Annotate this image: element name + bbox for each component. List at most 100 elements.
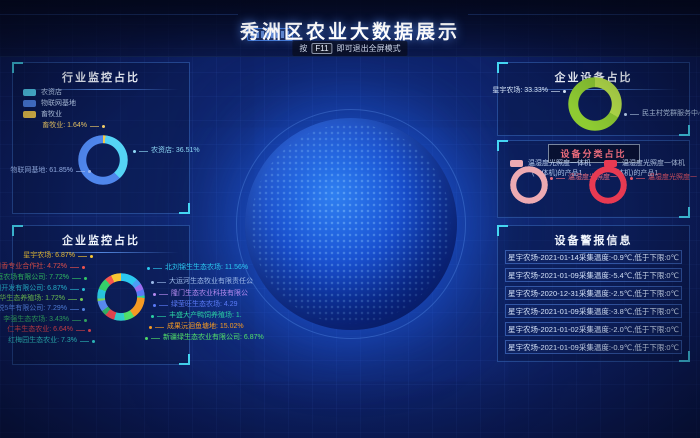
leader-dot <box>153 293 156 296</box>
alarm-row: 星宇农场-2021-01-09采集温度:-3.8℃,低于下限:0℃ <box>505 304 682 318</box>
leader-dot <box>147 267 150 270</box>
alarm-row: 星宇农场-2021-01-14采集温度:-0.9℃,低于下限:0℃ <box>505 250 682 264</box>
leader-dot <box>90 255 93 258</box>
panel-title: 设备警报信息 <box>498 232 689 248</box>
legend-label: 温湿度光照度一体机 <box>528 158 591 168</box>
leader-dot <box>82 266 85 269</box>
globe-dot-map <box>251 124 451 324</box>
callout-text: 中悦5年有限公司: 7.29% <box>0 305 67 313</box>
equipment-donut-chart[interactable] <box>568 77 622 131</box>
legend-swatch <box>510 160 523 167</box>
leader-dot <box>82 288 85 291</box>
chart-callout: 上华生态养殖场: 1.72% <box>0 295 83 303</box>
legend-item: 物联网基地 <box>23 98 76 108</box>
panel-industry-ratio: 行业监控占比 农资店 物联网基地 畜牧业 畜牧业: 1.64% 农资店: 36.… <box>12 62 190 214</box>
chart-callout: 物联网基地: 61.85% <box>15 167 91 175</box>
legend-swatch <box>23 89 36 96</box>
legend-label: 畜牧业 <box>41 109 62 119</box>
leader-dot <box>84 277 87 280</box>
chart-callout: 家庭农场有限公司: 7.72% <box>0 274 87 282</box>
leader-line <box>72 278 81 279</box>
leader-dot <box>624 113 627 116</box>
leader-line <box>155 327 164 328</box>
leader-line <box>76 171 85 172</box>
chart-callout: 新疆绿生态农业有限公司: 6.87% <box>145 334 264 342</box>
leader-dot <box>550 177 553 180</box>
leader-line <box>151 338 160 339</box>
callout-text: 绿莹旺生态农场: 4.29 <box>171 301 238 309</box>
alarm-row: 星宇农场-2021-01-09采集温度:-5.4℃,低于下限:0℃ <box>505 268 682 282</box>
chart-callout: 畜牧业: 1.64% <box>19 122 105 130</box>
leader-line <box>68 299 77 300</box>
page-title: 秀洲区农业大数据展示 <box>240 17 460 44</box>
callout-text: 6组周香专业合作社: 4.72% <box>0 263 67 271</box>
leader-dot <box>82 308 85 311</box>
leader-dot <box>563 90 566 93</box>
callout-text: 家庭农场有限公司: 7.72% <box>0 274 69 282</box>
chart-callout: 中悦5年有限公司: 7.29% <box>0 305 85 313</box>
alarm-row: 星宇农场-2021-01-09采集温度:-0.9℃,低于下限:0℃ <box>505 340 682 354</box>
chart-callout: 星宇农场: 6.87% <box>23 252 93 260</box>
leader-dot <box>149 326 152 329</box>
chart-callout: 丰盛大产鸭饲养殖场: 1. <box>151 312 242 320</box>
callout-text: 成果沅洄鱼塘地: 15.02% <box>167 323 244 331</box>
chart-callout: 绿莹旺生态农场: 4.29 <box>153 301 238 309</box>
leader-line <box>90 126 99 127</box>
leader-line <box>78 256 87 257</box>
leader-dot <box>630 177 633 180</box>
globe <box>245 118 457 330</box>
callout-text: 隆门生态农业科技有限公 <box>171 290 248 298</box>
header-line-left <box>0 14 238 15</box>
legend-label: 物联网基地 <box>41 98 76 108</box>
chart-callout: 6组周香专业合作社: 4.72% <box>0 263 85 271</box>
enterprise-donut-chart[interactable] <box>97 273 145 321</box>
callout-text: 新疆绿生态农业有限公司: 6.87% <box>163 334 264 342</box>
leader-line <box>80 341 89 342</box>
chart-callout: 李强生态农场: 3.43% <box>3 316 87 324</box>
leader-dot <box>151 315 154 318</box>
legend-swatch <box>23 100 36 107</box>
alarm-list: 星宇农场-2021-01-14采集温度:-0.9℃,低于下限:0℃ 星宇农场-2… <box>505 250 682 354</box>
leader-dot <box>84 319 87 322</box>
leader-dot <box>102 125 105 128</box>
tip-suffix: 即可退出全屏模式 <box>337 43 401 54</box>
callout-text: 畜牧业: 1.64% <box>42 122 87 130</box>
leader-line <box>70 267 79 268</box>
chart-callout: 成果沅洄鱼塘地: 15.02% <box>149 323 244 331</box>
leader-line <box>139 151 148 152</box>
legend-item: 畜牧业 <box>23 109 62 119</box>
leader-dot <box>92 340 95 343</box>
panel-title: 行业监控占比 <box>13 69 189 85</box>
industry-donut-chart[interactable] <box>78 135 128 185</box>
callout-text: 农资店: 36.51% <box>151 147 200 155</box>
leader-line <box>157 316 166 317</box>
classification-right-donut-chart[interactable] <box>589 166 627 204</box>
dashboard: 秀洲区农业大数据展示 按 F11 即可退出全屏模式 行业监控占比 农资店 物联网… <box>0 0 700 438</box>
leader-line <box>72 320 81 321</box>
leader-dot <box>88 329 91 332</box>
alarm-row: 星宇农场-2021-01-02采集温度:-2.0℃,低于下限:0℃ <box>505 322 682 336</box>
classification-left-donut-chart[interactable] <box>510 166 548 204</box>
chart-callout: 大运河生态牧业有限责任公 <box>151 278 253 286</box>
fullscreen-tip: 按 F11 即可退出全屏模式 <box>292 41 407 56</box>
callout-text: 温湿度光照度一 <box>648 174 697 182</box>
chart-callout: 北刘锦生生态农场: 11.56% <box>147 264 248 272</box>
leader-line <box>556 178 565 179</box>
callout-text: 李强生态农场: 3.43% <box>3 316 69 324</box>
alarm-row: 星宇农场-2020-12-31采集温度:-2.5℃,低于下限:0℃ <box>505 286 682 300</box>
leader-dot <box>151 281 154 284</box>
leader-line <box>551 91 560 92</box>
leader-line <box>636 178 645 179</box>
callout-text: 北刘锦生生态农场: 11.56% <box>165 264 248 272</box>
callout-text: 民主村党群服务中心: <box>642 110 700 118</box>
leader-line <box>70 309 79 310</box>
legend-label: 农资店 <box>41 87 62 97</box>
legend-label: 温湿度光照度一体机 <box>622 158 685 168</box>
chart-callout: 星宇农场: 33.33% <box>500 87 566 95</box>
callout-text: 红梅园生态农业: 7.3% <box>8 337 77 345</box>
header: 秀洲区农业大数据展示 按 F11 即可退出全屏模式 <box>0 0 700 57</box>
chart-callout: 国开发有限公司: 6.87% <box>0 285 85 293</box>
chart-callout: 温湿度光照度一 <box>630 174 697 182</box>
tip-prefix: 按 <box>299 43 307 54</box>
panel-equipment-ratio: 企业设备占比 星宇农场: 33.33% 民主村党群服务中心: <box>497 62 690 136</box>
